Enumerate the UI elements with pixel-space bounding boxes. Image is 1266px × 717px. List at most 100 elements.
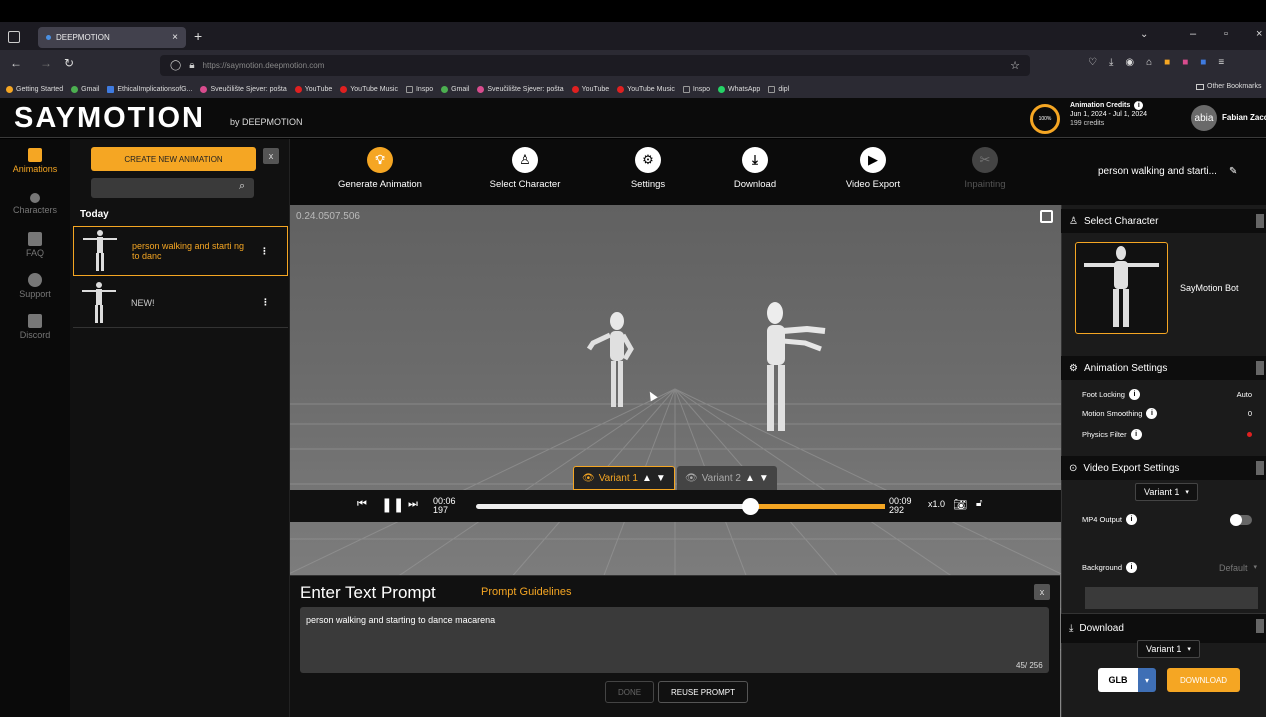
sidebar-item-support[interactable]: Support: [0, 273, 70, 299]
downloads-icon[interactable]: ⤓: [1109, 57, 1113, 68]
bookmark-item[interactable]: Inspo: [405, 85, 433, 93]
tool-select-character[interactable]: ♙ Select Character: [470, 147, 580, 190]
other-bookmarks[interactable]: Other Bookmarks: [1196, 83, 1261, 90]
close-tab-icon[interactable]: ×: [172, 32, 178, 43]
setting-background[interactable]: Background i Default ▾: [1082, 562, 1257, 573]
tab-overview-icon[interactable]: [8, 31, 20, 43]
minimize-icon[interactable]: –: [1190, 28, 1196, 40]
variant-tab-2[interactable]: 👁︎ Variant 2 ▲ ▼: [677, 466, 777, 490]
sidebar-item-faq[interactable]: FAQ: [0, 232, 70, 258]
menu-icon[interactable]: ≡: [1218, 57, 1224, 68]
bookmark-item[interactable]: YouTube Music: [340, 85, 398, 93]
setting-mp4-output[interactable]: MP4 Output i: [1082, 513, 1252, 526]
setting-physics-filter[interactable]: Physics Filter i: [1082, 429, 1252, 440]
close-section-icon[interactable]: [1256, 361, 1264, 375]
bookmark-item[interactable]: WhatsApp: [718, 85, 760, 93]
close-section-icon[interactable]: [1256, 214, 1264, 228]
character-card[interactable]: [1075, 242, 1168, 334]
avatar[interactable]: abia: [1191, 105, 1217, 131]
skip-back-icon[interactable]: ⏮: [357, 498, 367, 511]
setting-foot-locking[interactable]: Foot Locking i Auto: [1082, 389, 1252, 400]
pencil-icon[interactable]: ✎: [1229, 166, 1237, 177]
forward-icon[interactable]: →: [40, 56, 52, 70]
download-button[interactable]: DOWNLOAD: [1167, 668, 1240, 692]
video-export-variant-select[interactable]: Variant 1 ▾: [1135, 483, 1198, 501]
tool-settings[interactable]: ⚙ Settings: [593, 147, 703, 190]
lock-icon[interactable]: 🔓︎: [976, 498, 982, 509]
url-bar[interactable]: ◯ 🔒︎ https://saymotion.deepmotion.com ☆: [160, 55, 1030, 76]
bookmark-item[interactable]: EthicalImplicationsofG...: [107, 85, 192, 93]
more-icon[interactable]: ⋮: [260, 246, 269, 257]
close-section-icon[interactable]: [1256, 619, 1264, 633]
info-icon[interactable]: i: [1126, 514, 1138, 525]
close-prompt-button[interactable]: x: [1034, 584, 1050, 600]
setting-motion-smoothing[interactable]: Motion Smoothing i 0: [1082, 408, 1252, 419]
sidebar-item-characters[interactable]: Characters: [0, 193, 70, 215]
pocket-icon[interactable]: ♡: [1088, 57, 1097, 68]
bookmark-item[interactable]: dipl: [768, 85, 789, 93]
reuse-prompt-button[interactable]: REUSE PROMPT: [658, 681, 749, 703]
bookmark-item[interactable]: Inspo: [682, 85, 710, 93]
extension2-icon[interactable]: ■: [1182, 57, 1188, 68]
bookmark-star-icon[interactable]: ☆: [1010, 59, 1020, 72]
bookmark-item[interactable]: Gmail: [71, 85, 99, 93]
done-button[interactable]: DONE: [605, 681, 655, 703]
user-name[interactable]: Fabian Zaccar: [1222, 113, 1266, 122]
browser-tab[interactable]: DEEPMOTION ×: [38, 27, 186, 48]
prompt-guidelines-link[interactable]: Prompt Guidelines: [481, 586, 572, 598]
fullscreen-icon[interactable]: [1040, 210, 1053, 223]
home-icon[interactable]: ⌂: [1146, 57, 1152, 68]
search-icon[interactable]: ⌕: [239, 180, 245, 193]
tool-video-export[interactable]: ▶ Video Export: [818, 147, 928, 190]
info-icon[interactable]: i: [1146, 408, 1158, 419]
info-icon[interactable]: i: [1128, 389, 1140, 400]
pause-icon[interactable]: ❚❚: [381, 496, 404, 513]
extension-icon[interactable]: ■: [1164, 57, 1170, 68]
more-icon[interactable]: ⋮: [261, 297, 270, 308]
thumbs-up-icon[interactable]: ▲: [745, 473, 755, 484]
format-select[interactable]: GLB ▾: [1098, 668, 1156, 692]
physics-filter-indicator[interactable]: [1247, 432, 1252, 437]
bookmark-item[interactable]: YouTube: [571, 85, 609, 93]
new-tab-icon[interactable]: +: [194, 28, 202, 44]
background-select[interactable]: Default ▾: [1219, 563, 1257, 573]
skip-forward-icon[interactable]: ⏭: [408, 498, 418, 511]
thumbs-up-icon[interactable]: ▲: [642, 473, 652, 484]
sidebar-item-discord[interactable]: Discord: [0, 314, 70, 340]
close-window-icon[interactable]: ×: [1256, 28, 1262, 40]
speed-control[interactable]: x1.0: [928, 499, 945, 509]
info-icon[interactable]: i: [1134, 101, 1144, 110]
list-item[interactable]: person walking and starti ng to danc ⋮: [73, 226, 288, 276]
bookmark-item[interactable]: Sveučilište Sjever: pošta: [200, 85, 287, 93]
thumbs-down-icon[interactable]: ▼: [759, 473, 769, 484]
bookmark-item[interactable]: Sveučilište Sjever: pošta: [477, 85, 564, 93]
bookmark-item[interactable]: Gmail: [441, 85, 469, 93]
account-icon[interactable]: ◉: [1125, 57, 1134, 68]
info-icon[interactable]: i: [1126, 562, 1138, 573]
reload-icon[interactable]: ↻: [64, 56, 74, 70]
create-animation-button[interactable]: CREATE NEW ANIMATION: [91, 147, 256, 171]
close-list-button[interactable]: x: [263, 148, 279, 164]
prompt-textarea[interactable]: person walking and starting to dance mac…: [300, 607, 1049, 673]
thumbs-down-icon[interactable]: ▼: [656, 473, 666, 484]
background-preview[interactable]: [1085, 587, 1258, 609]
mp4-toggle[interactable]: [1230, 513, 1252, 526]
tool-generate-animation[interactable]: 💡︎ Generate Animation: [325, 147, 435, 190]
timeline-handle[interactable]: [742, 498, 760, 515]
bookmark-item[interactable]: YouTube Music: [617, 85, 675, 93]
restore-icon[interactable]: ▫: [1224, 28, 1228, 40]
saymotion-logo[interactable]: SAYMOTION: [14, 102, 205, 135]
list-item[interactable]: NEW! ⋮: [73, 278, 288, 328]
info-icon[interactable]: i: [1130, 429, 1142, 440]
tab-list-icon[interactable]: ⌄: [1140, 29, 1148, 40]
download-variant-select[interactable]: Variant 1 ▾: [1137, 640, 1200, 658]
close-section-icon[interactable]: [1256, 461, 1264, 475]
bookmark-item[interactable]: Getting Started: [6, 85, 63, 93]
bookmark-item[interactable]: YouTube: [294, 85, 332, 93]
tool-download[interactable]: ⤓ Download: [700, 147, 810, 190]
animation-name[interactable]: person walking and starti... ✎: [1098, 166, 1237, 177]
variant-tab-1[interactable]: 👁︎ Variant 1 ▲ ▼: [573, 466, 675, 490]
search-input[interactable]: [91, 178, 254, 198]
sidebar-item-animations[interactable]: Animations: [0, 148, 70, 174]
back-icon[interactable]: ←: [10, 56, 22, 70]
